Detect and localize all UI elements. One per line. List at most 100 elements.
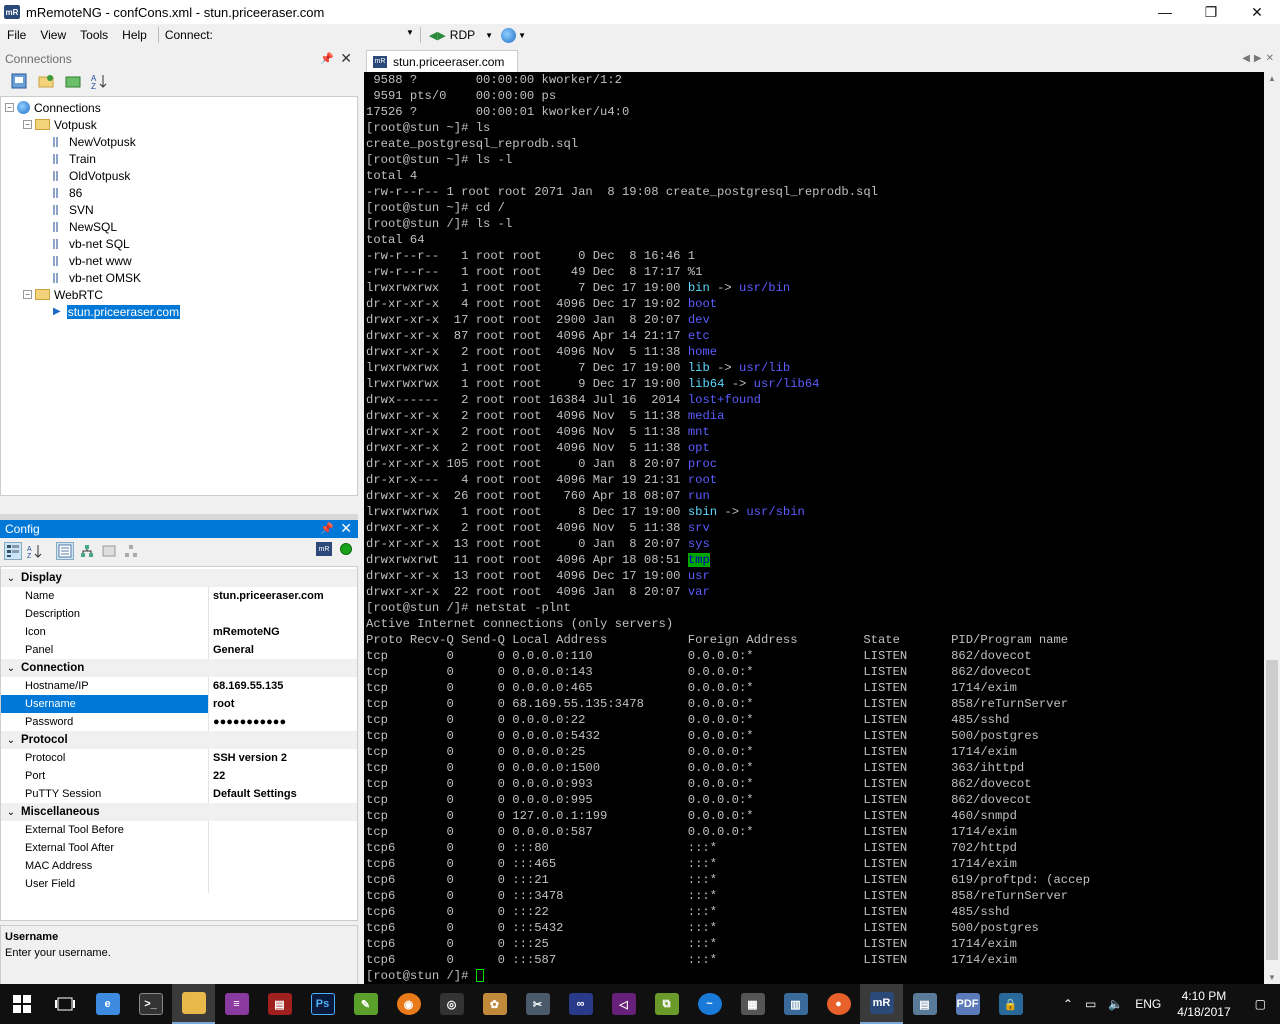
property-row-selected[interactable]: Username root — [1, 695, 357, 713]
minimize-button[interactable]: — — [1142, 0, 1188, 24]
taskbar-app[interactable]: ≡ — [215, 984, 258, 1024]
taskbar-app[interactable]: ▦ — [731, 984, 774, 1024]
taskbar-app[interactable]: ✎ — [344, 984, 387, 1024]
tree-item[interactable]: NewVotpusk — [53, 133, 136, 150]
terminal-prompt-line[interactable]: [root@stun /]# — [366, 968, 1264, 984]
import-icon[interactable] — [64, 72, 82, 90]
property-row[interactable]: Description — [1, 605, 357, 623]
menu-file[interactable]: File — [0, 24, 33, 46]
taskbar-app[interactable]: ● — [817, 984, 860, 1024]
protocol-dropdown[interactable]: ◀▶ RDP ▼ — [429, 28, 493, 42]
pin-icon[interactable]: 📌 — [320, 522, 334, 535]
notifications-icon[interactable]: ▢ — [1241, 997, 1280, 1011]
new-folder-icon[interactable] — [37, 72, 55, 90]
collapse-icon[interactable]: − — [23, 120, 32, 129]
category-protocol[interactable]: ⌄ Protocol — [1, 731, 357, 749]
taskbar-app[interactable]: ~ — [688, 984, 731, 1024]
taskbar-app[interactable] — [172, 984, 215, 1024]
property-row[interactable]: Hostname/IP 68.169.55.135 — [1, 677, 357, 695]
scroll-up-icon[interactable]: ▲ — [1268, 74, 1276, 83]
taskbar-app[interactable]: ▤ — [258, 984, 301, 1024]
collapse-icon[interactable]: − — [23, 290, 32, 299]
tab-right-icon[interactable]: ▶ — [1254, 53, 1262, 64]
tab-session[interactable]: mR stun.priceeraser.com — [366, 50, 518, 72]
property-row[interactable]: External Tool Before — [1, 821, 357, 839]
chevron-up-icon[interactable]: ⌃ — [1057, 997, 1079, 1011]
volume-icon[interactable]: 🔈 — [1102, 997, 1129, 1011]
property-row[interactable]: MAC Address — [1, 857, 357, 875]
tree-item[interactable]: vb-net SQL — [53, 235, 130, 252]
property-row[interactable]: Password ●●●●●●●●●●● — [1, 713, 357, 731]
property-value[interactable]: root — [209, 698, 234, 710]
external-tools-dropdown[interactable]: ▼ — [501, 27, 526, 43]
sort-az-icon[interactable]: AZ — [26, 542, 44, 560]
property-row[interactable]: PuTTY Session Default Settings — [1, 785, 357, 803]
taskbar-app-active[interactable]: mR — [860, 984, 903, 1024]
property-value[interactable]: 68.169.55.135 — [209, 680, 283, 692]
property-value[interactable]: General — [209, 644, 254, 656]
taskbar-app[interactable]: ◉ — [387, 984, 430, 1024]
sort-az-icon[interactable]: AZ — [91, 72, 109, 90]
property-row[interactable]: Icon mRemoteNG — [1, 623, 357, 641]
chevron-down-icon[interactable]: ⌄ — [1, 573, 21, 584]
tree-item[interactable]: 86 — [53, 184, 82, 201]
tree-item[interactable]: vb-net OMSK — [53, 269, 141, 286]
taskbar-app[interactable]: Ps — [301, 984, 344, 1024]
property-value[interactable]: mRemoteNG — [209, 626, 280, 638]
terminal[interactable]: 9588 ? 00:00:00 kworker/1:2 9591 pts/0 0… — [364, 72, 1264, 984]
chevron-down-icon[interactable]: ⌄ — [1, 807, 21, 818]
category-display[interactable]: ⌄ Display — [1, 569, 357, 587]
property-value[interactable]: stun.priceeraser.com — [209, 590, 324, 602]
menu-tools[interactable]: Tools — [73, 24, 115, 46]
taskbar-app[interactable]: ✿ — [473, 984, 516, 1024]
close-icon[interactable]: ✕ — [340, 520, 352, 537]
taskbar-app[interactable]: 🔒 — [989, 984, 1032, 1024]
tree-item[interactable]: OldVotpusk — [53, 167, 130, 184]
chevron-down-icon[interactable]: ⌄ — [1, 735, 21, 746]
menu-help[interactable]: Help — [115, 24, 154, 46]
property-value[interactable]: SSH version 2 — [209, 752, 287, 764]
inheritance-icon[interactable] — [78, 542, 96, 560]
taskbar-app[interactable]: ◎ — [430, 984, 473, 1024]
menu-view[interactable]: View — [33, 24, 73, 46]
taskbar-app[interactable]: e — [86, 984, 129, 1024]
tree-item[interactable]: NewSQL — [53, 218, 117, 235]
tab-left-icon[interactable]: ◀ — [1242, 53, 1250, 64]
property-row[interactable]: External Tool After — [1, 839, 357, 857]
chevron-down-icon[interactable]: ⌄ — [1, 663, 21, 674]
tree-item[interactable]: SVN — [53, 201, 94, 218]
property-row[interactable]: Panel General — [1, 641, 357, 659]
property-value[interactable]: Default Settings — [209, 788, 297, 800]
property-row[interactable]: User Field — [1, 875, 357, 893]
default-inheritance-icon[interactable] — [122, 542, 140, 560]
taskbar-app[interactable]: ▥ — [774, 984, 817, 1024]
tab-close-icon[interactable]: ✕ — [1266, 53, 1274, 64]
new-connection-icon[interactable] — [10, 72, 28, 90]
tree-root[interactable]: − Connections — [5, 99, 101, 116]
terminal-scrollbar[interactable]: ▲ ▼ — [1264, 72, 1280, 984]
connect-combo[interactable]: ▼ — [220, 26, 416, 44]
collapse-icon[interactable]: − — [5, 103, 14, 112]
category-misc[interactable]: ⌄ Miscellaneous — [1, 803, 357, 821]
status-icon[interactable] — [340, 543, 352, 555]
property-value[interactable]: ●●●●●●●●●●● — [209, 716, 286, 728]
restore-button[interactable]: ❐ — [1188, 0, 1234, 24]
pin-icon[interactable]: 📌 — [320, 52, 334, 65]
taskbar-app[interactable]: ▤ — [903, 984, 946, 1024]
tree-item[interactable]: Train — [53, 150, 96, 167]
task-view-button[interactable] — [43, 984, 86, 1024]
categorized-icon[interactable] — [4, 542, 22, 560]
mremoteng-icon[interactable]: mR — [316, 542, 332, 556]
taskbar-app[interactable]: ∞ — [559, 984, 602, 1024]
language-indicator[interactable]: ENG — [1129, 997, 1167, 1011]
property-row[interactable]: Protocol SSH version 2 — [1, 749, 357, 767]
close-icon[interactable]: ✕ — [340, 50, 352, 67]
clock[interactable]: 4:10 PM 4/18/2017 — [1167, 988, 1240, 1020]
start-button[interactable] — [0, 984, 43, 1024]
scroll-down-icon[interactable]: ▼ — [1268, 973, 1276, 982]
scrollbar-thumb[interactable] — [1266, 660, 1278, 960]
property-row[interactable]: Name stun.priceeraser.com — [1, 587, 357, 605]
network-icon[interactable]: ▭ — [1079, 997, 1102, 1011]
tree-item[interactable]: vb-net www — [53, 252, 132, 269]
properties-icon[interactable] — [56, 542, 74, 560]
